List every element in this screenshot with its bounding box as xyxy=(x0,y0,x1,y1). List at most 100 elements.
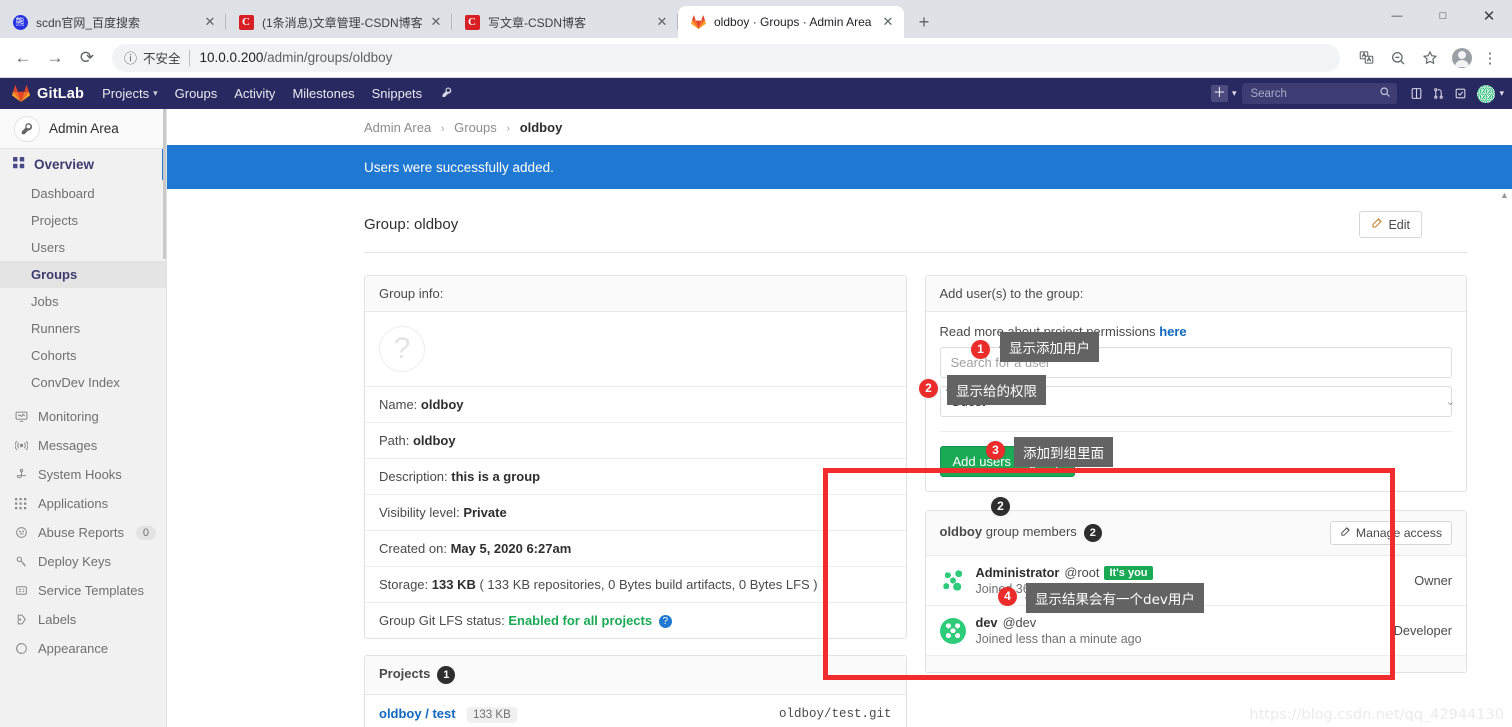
sidebar-item-deploy-keys[interactable]: Deploy Keys xyxy=(0,547,166,576)
close-icon[interactable]: ✕ xyxy=(428,14,444,30)
sidebar-context-header[interactable]: Admin Area xyxy=(0,109,166,149)
sidebar-item-monitoring[interactable]: Monitoring xyxy=(0,402,166,431)
members-header-left: oldboy group members 2 xyxy=(940,524,1102,542)
label-tag-icon xyxy=(13,613,29,626)
gitlab-icon xyxy=(690,14,706,30)
close-icon[interactable]: ✕ xyxy=(880,14,896,30)
sidebar-item-appearance[interactable]: Appearance xyxy=(0,634,166,663)
new-dropdown-button[interactable]: ＋ xyxy=(1210,85,1228,102)
window-controls: — □ ✕ xyxy=(1374,0,1512,32)
group-avatar-cell: ? xyxy=(365,312,906,387)
projects-header-inner: Projects 1 xyxy=(379,666,456,684)
nav-item-groups[interactable]: Groups xyxy=(175,86,218,101)
nav-item-milestones[interactable]: Milestones xyxy=(292,86,354,101)
browser-tab-title: oldboy · Groups · Admin Area xyxy=(714,15,872,29)
sidebar-item-users[interactable]: Users xyxy=(0,234,166,261)
translate-icon[interactable] xyxy=(1352,44,1380,72)
address-bar[interactable]: ⓘ 不安全 10.0.0.200/admin/groups/oldboy xyxy=(112,43,1340,72)
nav-item-activity[interactable]: Activity xyxy=(234,86,275,101)
wrench-icon[interactable] xyxy=(441,86,453,102)
nav-item-projects[interactable]: Projects ▾ xyxy=(102,86,158,101)
its-you-badge: It's you xyxy=(1104,565,1153,580)
chevron-down-icon: ▾ xyxy=(153,88,158,98)
browser-tab-strip: 熊 scdn官网_百度搜索 ✕ C (1条消息)文章管理-CSDN博客 ✕ C … xyxy=(0,0,1512,38)
project-link[interactable]: oldboy / test xyxy=(379,706,456,721)
browser-tab-title: (1条消息)文章管理-CSDN博客 xyxy=(262,15,423,30)
member-handle[interactable]: @dev xyxy=(1003,615,1037,630)
sidebar-item-applications[interactable]: Applications xyxy=(0,489,166,518)
close-icon[interactable]: ✕ xyxy=(202,14,218,30)
member-name[interactable]: dev xyxy=(976,615,998,630)
scroll-up-arrow[interactable]: ▲ xyxy=(1498,188,1511,202)
issues-icon[interactable] xyxy=(1405,83,1427,105)
maximize-button[interactable]: □ xyxy=(1420,0,1466,32)
minimize-button[interactable]: — xyxy=(1374,0,1420,32)
breadcrumb-current: oldboy xyxy=(519,120,563,135)
todos-icon[interactable] xyxy=(1449,83,1471,105)
edit-button[interactable]: Edit xyxy=(1359,211,1422,238)
sidebar-item-projects[interactable]: Projects xyxy=(0,207,166,234)
sidebar-item-label: Labels xyxy=(38,612,77,627)
search-input[interactable] xyxy=(1248,86,1380,101)
reload-icon[interactable]: ⟳ xyxy=(72,43,102,73)
sidebar-item-convdev-index[interactable]: ConvDev Index xyxy=(0,369,166,396)
gitlab-home-link[interactable]: GitLab xyxy=(12,84,85,103)
bookmark-star-icon[interactable] xyxy=(1416,44,1444,72)
sidebar-item-overview[interactable]: Overview xyxy=(0,149,166,180)
chevron-down-icon[interactable]: ▾ xyxy=(1232,88,1237,99)
sidebar-item-runners[interactable]: Runners xyxy=(0,315,166,342)
member-name[interactable]: Administrator xyxy=(976,565,1060,580)
browser-tab[interactable]: 熊 scdn官网_百度搜索 ✕ xyxy=(0,6,226,38)
profile-avatar[interactable] xyxy=(1452,47,1472,68)
row-label: Description: xyxy=(379,469,448,484)
nav-item-snippets[interactable]: Snippets xyxy=(372,86,423,101)
user-avatar[interactable] xyxy=(1477,84,1496,103)
members-count-badge: 2 xyxy=(1083,524,1102,542)
sidebar-item-messages[interactable]: Messages xyxy=(0,431,166,460)
sidebar-item-dashboard[interactable]: Dashboard xyxy=(0,180,166,207)
sidebar-item-system-hooks[interactable]: System Hooks xyxy=(0,460,166,489)
breadcrumb-separator: › xyxy=(506,123,511,135)
sidebar-item-groups[interactable]: Groups xyxy=(0,261,166,288)
nav-item-label: Projects xyxy=(102,86,150,101)
browser-tab-active[interactable]: oldboy · Groups · Admin Area ✕ xyxy=(678,6,904,38)
info-icon[interactable]: ⓘ xyxy=(124,48,137,67)
search-icon[interactable] xyxy=(1379,86,1391,101)
project-row[interactable]: oldboy / test 133 KB oldboy/test.git xyxy=(365,695,906,727)
new-tab-button[interactable]: + xyxy=(910,8,938,36)
close-icon[interactable]: ✕ xyxy=(654,14,670,30)
row-value: this is a group xyxy=(451,469,541,484)
gitlab-logo-icon xyxy=(12,84,30,103)
project-row-left: oldboy / test 133 KB xyxy=(379,705,517,723)
monitor-icon xyxy=(13,410,29,423)
divider xyxy=(939,431,1452,432)
sidebar-item-service-templates[interactable]: Service Templates xyxy=(0,576,166,605)
browser-tab[interactable]: C (1条消息)文章管理-CSDN博客 ✕ xyxy=(226,6,452,38)
chevron-down-icon[interactable]: ▾ xyxy=(1499,88,1504,99)
back-icon[interactable]: ← xyxy=(8,43,38,73)
breadcrumb-item-groups[interactable]: Groups xyxy=(454,120,497,135)
members-title-rest: group members xyxy=(985,524,1077,539)
member-role: Owner xyxy=(1414,573,1452,588)
window-close-button[interactable]: ✕ xyxy=(1466,0,1512,32)
sidebar-item-jobs[interactable]: Jobs xyxy=(0,288,166,315)
sidebar-scrollbar[interactable] xyxy=(163,109,166,259)
member-handle[interactable]: @root xyxy=(1064,565,1099,580)
browser-tab[interactable]: C 写文章-CSDN博客 ✕ xyxy=(452,6,678,38)
sidebar-item-cohorts[interactable]: Cohorts xyxy=(0,342,166,369)
merge-requests-icon[interactable] xyxy=(1427,83,1449,105)
gitlab-brand-label: GitLab xyxy=(37,85,85,102)
admin-sidebar: Admin Area Overview Dashboard Projects U… xyxy=(0,109,167,727)
zoom-out-icon[interactable] xyxy=(1384,44,1412,72)
help-circle-icon[interactable]: ? xyxy=(658,615,672,628)
permissions-link[interactable]: here xyxy=(1159,324,1186,339)
sidebar-item-labels[interactable]: Labels xyxy=(0,605,166,634)
search-box[interactable] xyxy=(1242,83,1398,104)
member-info: dev @dev Joined less than a minute ago xyxy=(976,615,1384,646)
annotation-tooltip-4: 显示结果会有一个dev用户 xyxy=(1025,583,1204,613)
breadcrumb-item-admin-area[interactable]: Admin Area xyxy=(364,120,431,135)
manage-access-button[interactable]: Manage access xyxy=(1329,521,1452,545)
chrome-menu-icon[interactable]: ⋮ xyxy=(1476,44,1504,72)
sidebar-item-abuse-reports[interactable]: Abuse Reports 0 xyxy=(0,518,166,547)
forward-icon[interactable]: → xyxy=(40,43,70,73)
